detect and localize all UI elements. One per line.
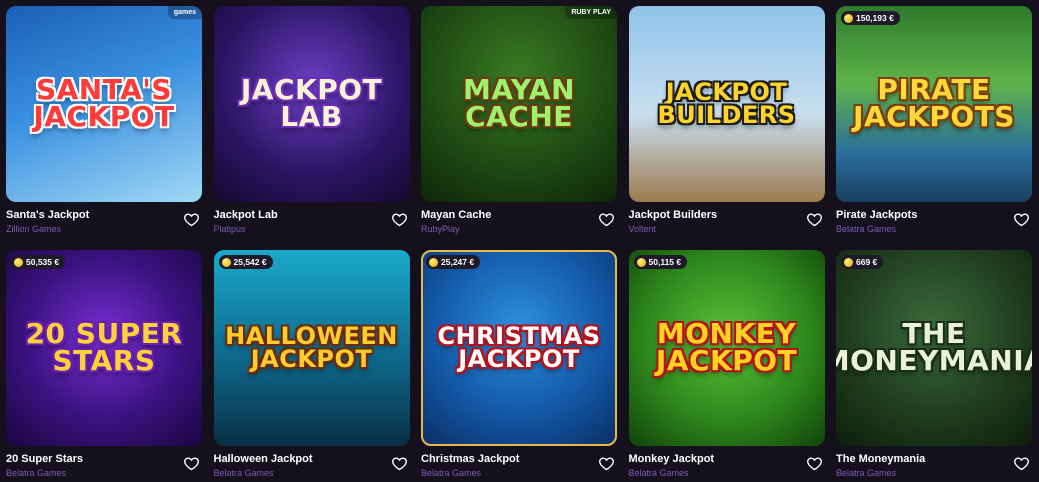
game-provider[interactable]: Belatra Games	[836, 467, 1032, 480]
game-logo-art: Monkey Jackpot	[655, 317, 798, 377]
game-provider[interactable]: RubyPlay	[421, 223, 617, 236]
game-info: Christmas Jackpot Belatra Games	[421, 446, 617, 482]
game-logo-art: Halloween Jackpot	[225, 322, 398, 373]
game-card[interactable]: Mayan Cache RUBY PLAY Mayan Cache RubyPlay	[421, 6, 617, 250]
game-card[interactable]: Jackpot Builders Jackpot Builders Voltent	[628, 6, 825, 250]
game-info: Pirate Jackpots Belatra Games	[836, 202, 1032, 250]
jackpot-badge: 50,115 €	[633, 255, 688, 269]
game-title[interactable]: Jackpot Lab	[214, 208, 410, 222]
game-thumbnail[interactable]: Christmas Jackpot 25,247 €	[421, 250, 617, 446]
game-thumbnail[interactable]: Jackpot Lab	[213, 6, 410, 202]
favorite-heart-icon[interactable]	[1013, 455, 1030, 472]
game-card[interactable]: Santa's Jackpot games Santa's Jackpot Zilli…	[6, 6, 202, 250]
game-logo-art: Jackpot Builders	[657, 78, 796, 129]
game-provider[interactable]: Belatra Games	[629, 467, 825, 480]
game-title[interactable]: Jackpot Builders	[629, 208, 825, 222]
game-title[interactable]: The Moneymania	[836, 452, 1032, 466]
jackpot-badge: 669 €	[841, 255, 884, 269]
game-info: Mayan Cache RubyPlay	[421, 202, 617, 250]
favorite-heart-icon[interactable]	[598, 211, 615, 228]
game-thumbnail[interactable]: 20 Super Stars 50,535 €	[6, 250, 202, 446]
jackpot-amount: 50,115 €	[648, 257, 682, 267]
game-info: The Moneymania Belatra Games	[836, 446, 1032, 482]
game-info: Monkey Jackpot Belatra Games	[629, 446, 825, 482]
coin-icon	[221, 257, 231, 267]
favorite-heart-icon[interactable]	[183, 211, 200, 228]
game-logo-art: Pirate Jackpots	[853, 73, 1015, 133]
game-grid: Santa's Jackpot games Santa's Jackpot Zilli…	[0, 0, 1039, 482]
game-card[interactable]: 20 Super Stars 50,535 €20 Super Stars Bela…	[6, 250, 202, 482]
game-info: Jackpot Lab Platipus	[214, 202, 410, 250]
favorite-heart-icon[interactable]	[806, 211, 823, 228]
game-thumbnail[interactable]: Santa's Jackpot games	[6, 6, 202, 202]
game-title[interactable]: Halloween Jackpot	[214, 452, 410, 466]
game-title[interactable]: Mayan Cache	[421, 208, 617, 222]
provider-corner-logo: games	[167, 6, 202, 19]
favorite-heart-icon[interactable]	[806, 455, 823, 472]
coin-icon	[636, 257, 646, 267]
coin-icon	[429, 257, 438, 267]
game-card[interactable]: Monkey Jackpot 50,115 € Monkey Jackpot Bela…	[628, 250, 825, 482]
jackpot-amount: 25,247 €	[441, 257, 475, 267]
game-card[interactable]: Pirate Jackpots 150,193 € Pirate Jackpots B…	[836, 6, 1032, 250]
game-card[interactable]: The Moneymania669 €The MoneymaniaBelatra…	[836, 250, 1032, 482]
game-card[interactable]: Jackpot Lab Jackpot Lab Platipus	[213, 6, 410, 250]
game-logo-art: Jackpot Lab	[240, 73, 383, 133]
coin-icon	[844, 257, 853, 267]
game-provider[interactable]: Belatra Games	[421, 467, 617, 480]
favorite-heart-icon[interactable]	[183, 455, 200, 472]
game-title[interactable]: 20 Super Stars	[6, 452, 202, 466]
game-thumbnail[interactable]: Mayan Cache RUBY PLAY	[421, 6, 617, 202]
game-logo-art: 20 Super Stars	[25, 317, 183, 377]
jackpot-amount: 50,535 €	[26, 257, 60, 267]
jackpot-badge: 150,193 €	[841, 11, 900, 25]
game-thumbnail[interactable]: Monkey Jackpot 50,115 €	[628, 250, 825, 446]
game-provider[interactable]: Voltent	[629, 223, 825, 236]
favorite-heart-icon[interactable]	[391, 211, 408, 228]
jackpot-badge: 50,535 €	[11, 255, 66, 269]
game-logo-art: Mayan Cache	[462, 73, 576, 133]
jackpot-badge: 25,247 €	[426, 255, 481, 269]
game-provider[interactable]: Belatra Games	[6, 467, 202, 480]
favorite-heart-icon[interactable]	[1013, 211, 1030, 228]
jackpot-amount: 669 €	[856, 257, 878, 267]
game-provider[interactable]: Zillion Games	[6, 223, 202, 236]
game-thumbnail[interactable]: Pirate Jackpots 150,193 €	[836, 6, 1032, 202]
favorite-heart-icon[interactable]	[598, 455, 615, 472]
game-title[interactable]: Santa's Jackpot	[6, 208, 202, 222]
game-title[interactable]: Pirate Jackpots	[836, 208, 1032, 222]
game-thumbnail[interactable]: Halloween Jackpot 25,542 €	[213, 250, 410, 446]
game-logo-art: The Moneymania	[836, 317, 1032, 377]
game-info: 20 Super Stars Belatra Games	[6, 446, 202, 482]
coin-icon	[14, 257, 23, 267]
game-card[interactable]: Christmas Jackpot 25,247 € Christmas Jackp…	[421, 250, 617, 482]
game-provider[interactable]: Belatra Games	[836, 223, 1032, 236]
game-card[interactable]: Halloween Jackpot 25,542 € Halloween Jackp…	[213, 250, 410, 482]
game-thumbnail[interactable]: The Moneymania 669 €	[836, 250, 1032, 446]
jackpot-amount: 150,193 €	[856, 13, 894, 23]
game-thumbnail[interactable]: Jackpot Builders	[628, 6, 825, 202]
jackpot-badge: 25,542 €	[218, 255, 273, 269]
jackpot-amount: 25,542 €	[233, 257, 267, 267]
game-info: Santa's Jackpot Zillion Games	[6, 202, 202, 250]
game-provider[interactable]: Belatra Games	[214, 467, 410, 480]
provider-corner-logo: RUBY PLAY	[565, 6, 617, 19]
game-logo-art: Christmas Jackpot	[437, 322, 601, 373]
game-logo-art: Santa's Jackpot	[33, 73, 175, 133]
game-info: Halloween Jackpot Belatra Games	[214, 446, 410, 482]
game-provider[interactable]: Platipus	[214, 223, 410, 236]
coin-icon	[844, 13, 853, 23]
game-info: Jackpot Builders Voltent	[629, 202, 825, 250]
game-title[interactable]: Monkey Jackpot	[629, 452, 825, 466]
favorite-heart-icon[interactable]	[391, 455, 408, 472]
game-title[interactable]: Christmas Jackpot	[421, 452, 617, 466]
